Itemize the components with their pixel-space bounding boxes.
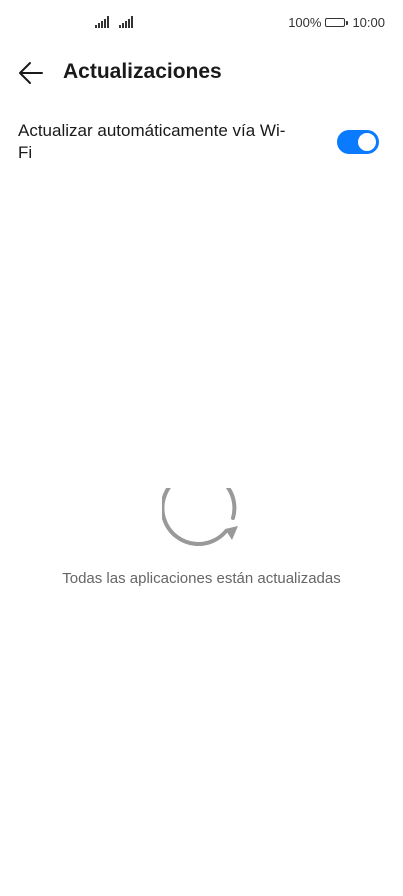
signal-icon [95,16,109,28]
status-right: 100% 10:00 [288,15,385,30]
battery-icon [325,18,349,27]
arrow-left-icon [19,62,43,84]
toggle-knob [358,133,376,151]
battery-percent: 100% [288,15,322,30]
signal-group [95,16,133,28]
auto-update-label: Actualizar automáticamente vía Wi-Fi [18,121,286,162]
status-bar: 100% 10:00 [0,0,403,48]
app-bar: Actualizaciones [0,52,403,92]
clock: 10:00 [352,15,385,30]
back-button[interactable] [14,56,48,90]
auto-update-setting-row[interactable]: Actualizar automáticamente vía Wi-Fi [18,118,385,168]
signal-icon [119,16,133,28]
empty-state-message: Todas las aplicaciones están actualizada… [62,570,341,587]
refresh-icon [161,488,238,546]
page-title: Actualizaciones [63,60,222,83]
auto-update-toggle[interactable] [337,130,379,154]
empty-state: Todas las aplicaciones están actualizada… [0,488,403,587]
